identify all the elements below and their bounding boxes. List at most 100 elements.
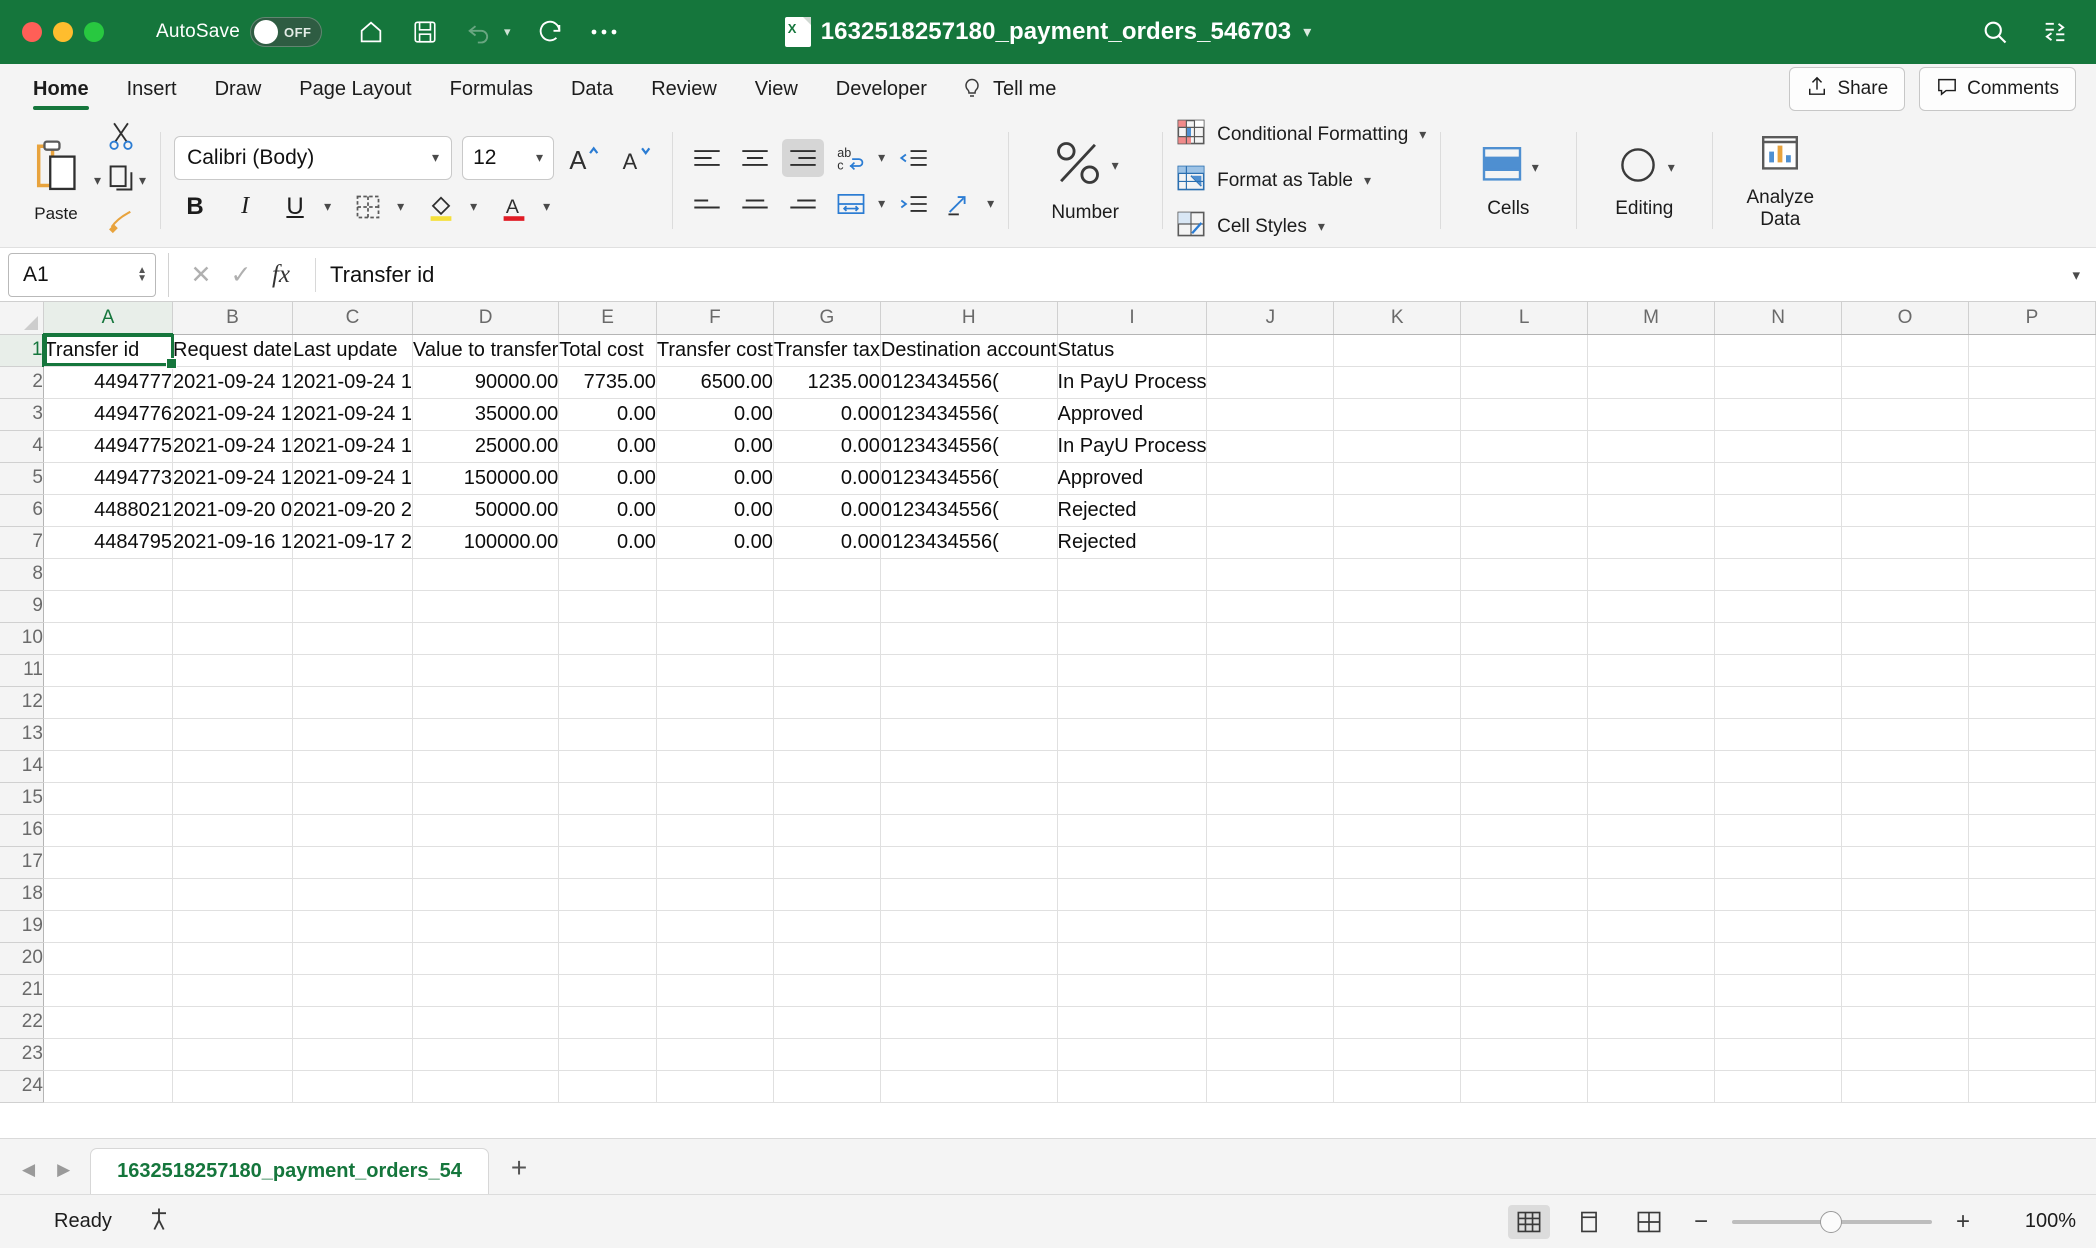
cell-O2[interactable] <box>1841 366 1969 399</box>
borders-button[interactable] <box>347 188 389 226</box>
cell-A15[interactable] <box>43 782 174 815</box>
accessibility-icon[interactable] <box>146 1205 172 1238</box>
cell-O20[interactable] <box>1841 942 1969 975</box>
row-header-7[interactable]: 7 <box>0 526 44 559</box>
cell-H7[interactable]: 0123434556( <box>880 526 1058 559</box>
cell-I15[interactable] <box>1057 782 1208 815</box>
cell-J15[interactable] <box>1206 782 1335 815</box>
cell-N13[interactable] <box>1714 718 1843 751</box>
cell-I7[interactable]: Rejected <box>1057 526 1208 559</box>
cell-D5[interactable]: 150000.00 <box>412 462 560 495</box>
undo-icon[interactable] <box>464 17 494 47</box>
font-name-select[interactable]: Calibri (Body) ▾ <box>174 135 453 180</box>
cell-C9[interactable] <box>292 590 413 623</box>
fill-color-button[interactable] <box>420 188 462 226</box>
cell-D2[interactable]: 90000.00 <box>412 366 560 399</box>
cell-B24[interactable] <box>172 1070 293 1103</box>
cell-B18[interactable] <box>172 878 293 911</box>
cell-H20[interactable] <box>880 942 1058 975</box>
merge-cells-dropdown-icon[interactable]: ▾ <box>878 195 885 212</box>
column-header-g[interactable]: G <box>773 302 881 335</box>
tab-insert[interactable]: Insert <box>108 64 196 114</box>
cell-D10[interactable] <box>412 622 560 655</box>
row-header-14[interactable]: 14 <box>0 750 44 783</box>
cell-E15[interactable] <box>558 782 657 815</box>
cell-M6[interactable] <box>1587 494 1716 527</box>
cell-O1[interactable] <box>1841 334 1969 367</box>
cell-K19[interactable] <box>1333 910 1462 943</box>
cell-K15[interactable] <box>1333 782 1462 815</box>
cell-G4[interactable]: 0.00 <box>773 430 881 463</box>
cell-E2[interactable]: 7735.00 <box>558 366 657 399</box>
zoom-out-button[interactable]: − <box>1688 1208 1714 1236</box>
cell-H10[interactable] <box>880 622 1058 655</box>
cell-M8[interactable] <box>1587 558 1716 591</box>
cell-M23[interactable] <box>1587 1038 1716 1071</box>
column-header-k[interactable]: K <box>1333 302 1462 335</box>
cell-O15[interactable] <box>1841 782 1969 815</box>
wrap-text-button[interactable]: ab c <box>830 139 872 177</box>
cell-L11[interactable] <box>1460 654 1589 687</box>
cell-M21[interactable] <box>1587 974 1716 1007</box>
row-header-18[interactable]: 18 <box>0 878 44 911</box>
column-header-m[interactable]: M <box>1587 302 1716 335</box>
cell-F7[interactable]: 0.00 <box>656 526 774 559</box>
cell-L24[interactable] <box>1460 1070 1589 1103</box>
cell-H16[interactable] <box>880 814 1058 847</box>
cells-dropdown-icon[interactable]: ▾ <box>1532 159 1539 176</box>
conditional-formatting-button[interactable]: Conditional Formatting ▾ <box>1176 118 1426 152</box>
cell-P20[interactable] <box>1968 942 2096 975</box>
cell-K17[interactable] <box>1333 846 1462 879</box>
cell-O9[interactable] <box>1841 590 1969 623</box>
cell-D22[interactable] <box>412 1006 560 1039</box>
cell-K2[interactable] <box>1333 366 1462 399</box>
cell-A4[interactable]: 4494775 <box>43 430 174 463</box>
cell-A13[interactable] <box>43 718 174 751</box>
cell-E6[interactable]: 0.00 <box>558 494 657 527</box>
cell-G2[interactable]: 1235.00 <box>773 366 881 399</box>
underline-dropdown-icon[interactable]: ▾ <box>324 198 331 215</box>
tell-me-button[interactable]: Tell me <box>946 74 1056 105</box>
cell-G6[interactable]: 0.00 <box>773 494 881 527</box>
cell-D16[interactable] <box>412 814 560 847</box>
cell-O19[interactable] <box>1841 910 1969 943</box>
copy-dropdown-icon[interactable]: ▾ <box>139 172 146 189</box>
cell-J23[interactable] <box>1206 1038 1335 1071</box>
cell-L23[interactable] <box>1460 1038 1589 1071</box>
chevron-down-icon[interactable]: ▾ <box>1364 172 1371 189</box>
title-dropdown-icon[interactable]: ▾ <box>1303 22 1311 42</box>
cell-A9[interactable] <box>43 590 174 623</box>
cell-O5[interactable] <box>1841 462 1969 495</box>
cell-L22[interactable] <box>1460 1006 1589 1039</box>
row-header-21[interactable]: 21 <box>0 974 44 1007</box>
page-break-view-button[interactable] <box>1628 1205 1670 1239</box>
cell-E14[interactable] <box>558 750 657 783</box>
cell-N3[interactable] <box>1714 398 1843 431</box>
cell-J14[interactable] <box>1206 750 1335 783</box>
cell-F22[interactable] <box>656 1006 774 1039</box>
cell-G11[interactable] <box>773 654 881 687</box>
cell-P15[interactable] <box>1968 782 2096 815</box>
cell-A21[interactable] <box>43 974 174 1007</box>
name-box-spinner[interactable]: ▲ ▼ <box>137 265 147 283</box>
cell-J6[interactable] <box>1206 494 1335 527</box>
cell-C8[interactable] <box>292 558 413 591</box>
cell-L5[interactable] <box>1460 462 1589 495</box>
cell-P5[interactable] <box>1968 462 2096 495</box>
row-header-6[interactable]: 6 <box>0 494 44 527</box>
cell-E23[interactable] <box>558 1038 657 1071</box>
cell-F8[interactable] <box>656 558 774 591</box>
cell-H17[interactable] <box>880 846 1058 879</box>
format-painter-button[interactable] <box>107 205 146 241</box>
cell-K14[interactable] <box>1333 750 1462 783</box>
column-header-i[interactable]: I <box>1057 302 1208 335</box>
cell-I17[interactable] <box>1057 846 1208 879</box>
cell-A11[interactable] <box>43 654 174 687</box>
number-format-button[interactable]: ▾ Number <box>1022 137 1148 224</box>
cell-K12[interactable] <box>1333 686 1462 719</box>
cell-M1[interactable] <box>1587 334 1716 367</box>
cell-N16[interactable] <box>1714 814 1843 847</box>
cell-F13[interactable] <box>656 718 774 751</box>
cell-L9[interactable] <box>1460 590 1589 623</box>
cell-C12[interactable] <box>292 686 413 719</box>
